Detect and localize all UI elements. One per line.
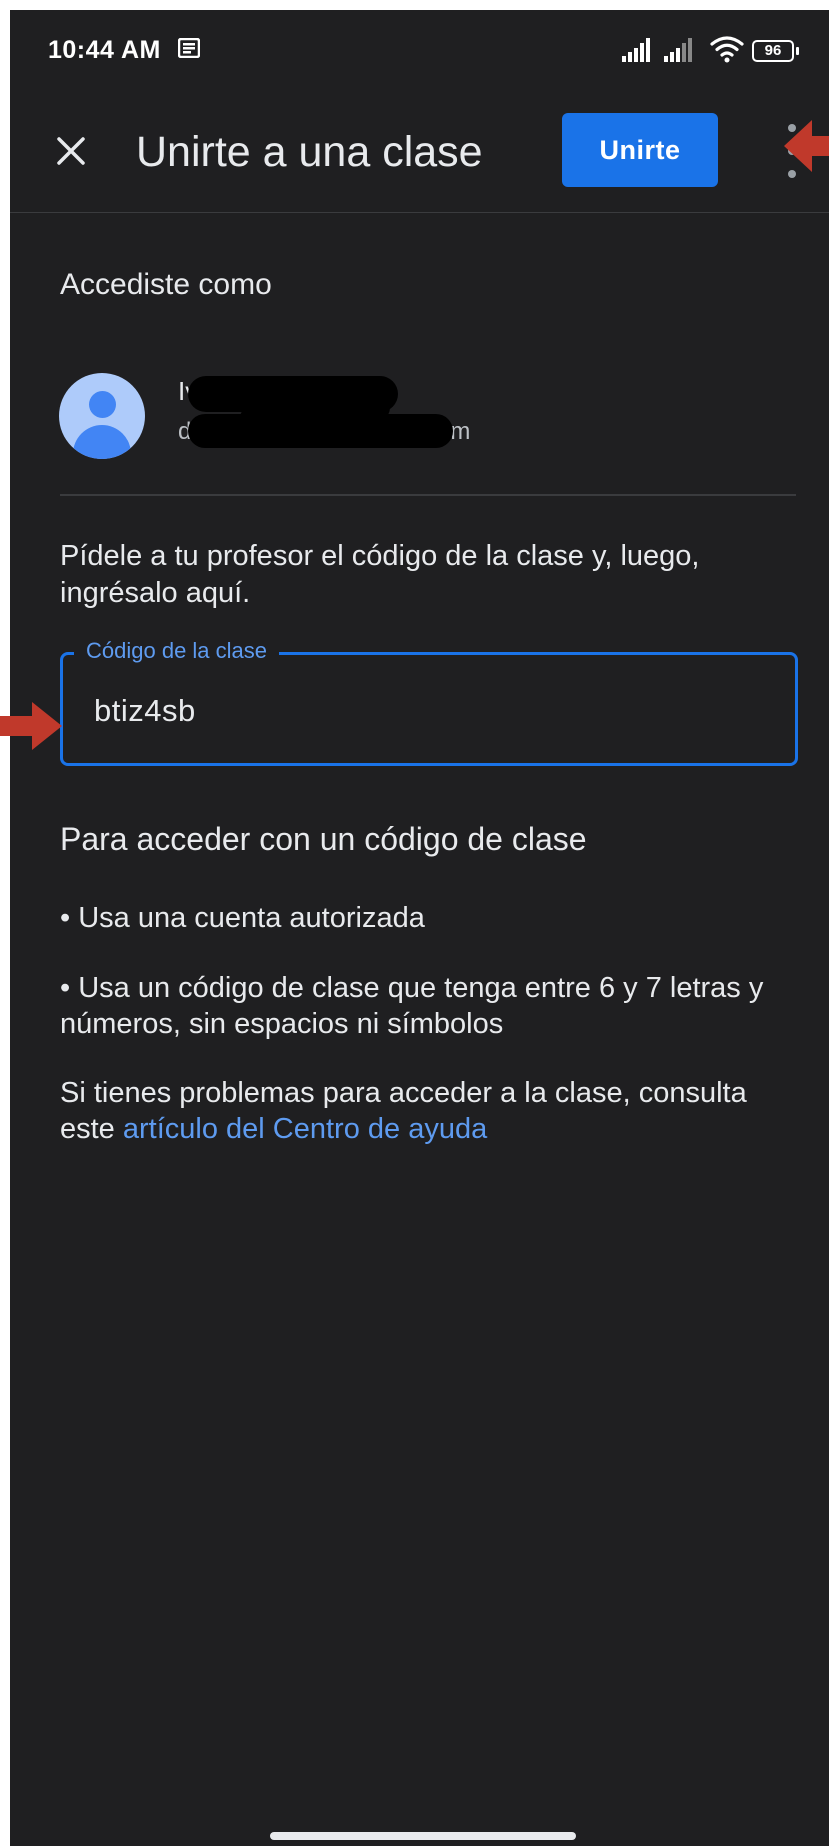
phone-screen: 10:44 AM 96 Unirte a una clase Unirte Ac… bbox=[10, 10, 829, 1846]
help-trouble-text: Si tienes problemas para acceder a la cl… bbox=[60, 1075, 800, 1147]
signal-icon-secondary bbox=[664, 38, 692, 62]
status-time: 10:44 AM bbox=[48, 36, 161, 64]
app-bar: Unirte a una clase Unirte bbox=[10, 90, 829, 213]
divider bbox=[60, 494, 796, 496]
avatar-body bbox=[73, 425, 131, 459]
news-icon bbox=[178, 38, 200, 58]
signed-in-heading: Accediste como bbox=[60, 268, 272, 301]
annotation-arrow-right bbox=[0, 702, 62, 750]
help-center-link[interactable]: artículo del Centro de ayuda bbox=[123, 1113, 487, 1145]
help-bullet-authorized-account: • Usa una cuenta autorizada bbox=[60, 902, 425, 934]
battery-tip bbox=[796, 47, 799, 55]
home-indicator[interactable] bbox=[270, 1832, 576, 1840]
class-code-label: Código de la clase bbox=[74, 638, 280, 664]
status-bar: 10:44 AM 96 bbox=[10, 10, 829, 90]
wifi-icon bbox=[710, 36, 744, 63]
annotation-arrow-left bbox=[784, 120, 829, 172]
signal-icon bbox=[622, 38, 650, 62]
avatar-head bbox=[89, 391, 116, 418]
join-button[interactable]: Unirte bbox=[562, 113, 718, 187]
close-icon[interactable] bbox=[46, 126, 96, 176]
class-code-value[interactable]: btiz4sb bbox=[94, 693, 196, 729]
help-bullet-code-format: • Usa un código de clase que tenga entre… bbox=[60, 972, 764, 1040]
help-heading: Para acceder con un código de clase bbox=[60, 821, 587, 857]
instruction-text: Pídele a tu profesor el código de la cla… bbox=[60, 540, 700, 609]
redaction-mark bbox=[188, 414, 453, 448]
battery-indicator: 96 bbox=[752, 40, 794, 62]
page-title: Unirte a una clase bbox=[136, 128, 483, 176]
person-avatar-icon bbox=[59, 373, 145, 459]
